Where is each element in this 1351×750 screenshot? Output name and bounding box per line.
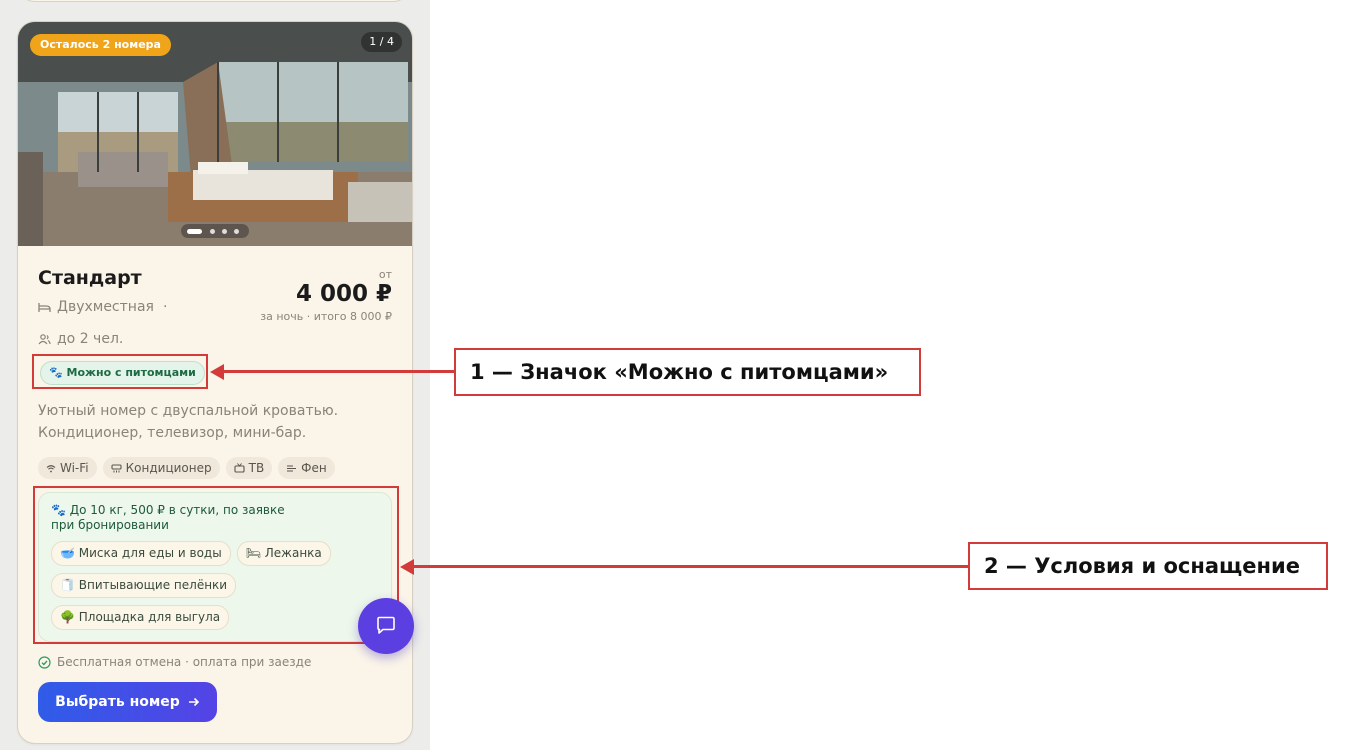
room-price: 4 000 ₽ [295,281,392,307]
previous-room-card[interactable] [17,0,411,2]
price-prefix: от [378,268,392,281]
carousel-indicator[interactable] [181,224,249,238]
callout-2-text: 2 — Условия и оснащение [984,554,1300,578]
amenity-label: Фен [301,461,327,475]
amenity-label: Wi-Fi [60,461,89,475]
arrow-right-icon [188,697,199,707]
amenity-hair-dryer: Фен [278,457,335,479]
carousel-dot-3[interactable] [222,229,227,234]
callout-arrow-1 [222,370,454,373]
chat-button[interactable] [358,598,414,654]
select-room-button[interactable]: Выбрать номер [38,682,217,722]
room-description: Уютный номер с двуспальной кроватью. Кон… [38,403,339,441]
amenity-tv: ТВ [225,457,273,479]
price-note: за ночь · итого 8 000 ₽ [260,310,392,323]
callout-arrow-2 [412,565,969,568]
highlight-box-1 [32,354,208,389]
meta-separator: · [163,299,168,315]
photo-counter: 1 / 4 [361,32,402,52]
select-room-label: Выбрать номер [55,694,180,710]
amenity-label: Кондиционер [125,461,212,475]
room-type-label: Двухместная [57,299,154,315]
cancellation-policy: Бесплатная отмена · оплата при заезде [38,655,311,669]
callout-1-text: 1 — Значок «Можно с питомцами» [470,360,889,384]
amenities-list: Wi-Fi Кондиционер ТВ Фен [38,457,335,479]
chat-icon [377,616,395,634]
carousel-dot-2[interactable] [210,229,215,234]
callout-2: 2 — Условия и оснащение [968,542,1328,590]
wifi-icon [46,464,56,472]
guests-icon [38,333,51,344]
callout-arrowhead-1 [210,363,224,380]
availability-badge: Осталось 2 номера [30,34,171,56]
guest-capacity-label: до 2 чел. [57,331,124,347]
amenity-label: ТВ [248,461,265,475]
callout-arrowhead-2 [400,558,414,575]
callout-1: 1 — Значок «Можно с питомцами» [454,348,921,396]
room-type: Двухместная [38,299,154,315]
bed-icon [38,302,51,312]
air-conditioner-icon [111,463,122,472]
amenity-wifi: Wi-Fi [38,457,97,479]
room-title: Стандарт [38,267,142,289]
check-circle-icon [38,655,51,669]
tv-icon [234,463,245,473]
cancellation-text: Бесплатная отмена · оплата при заезде [57,655,312,669]
highlight-box-2 [33,486,399,644]
carousel-dot-1[interactable] [187,229,202,234]
carousel-dot-4[interactable] [234,229,239,234]
guest-capacity: до 2 чел. [38,331,123,347]
room-photo[interactable]: Осталось 2 номера 1 / 4 [18,22,412,246]
hair-dryer-icon [287,464,297,472]
amenity-air-conditioner: Кондиционер [102,457,220,479]
